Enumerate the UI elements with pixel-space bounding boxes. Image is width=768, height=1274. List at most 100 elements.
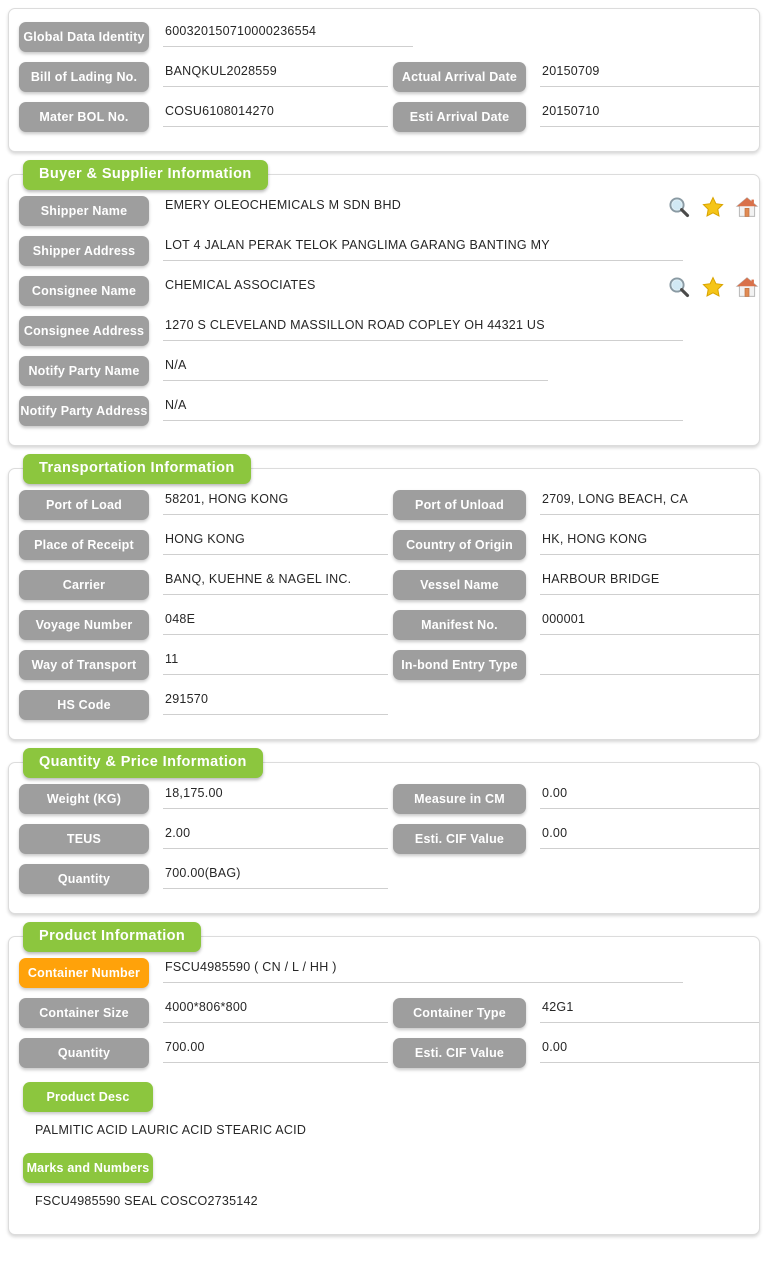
label-consignee-address: Consignee Address: [19, 316, 149, 346]
product-desc-label-wrap: Product Desc: [19, 1075, 759, 1112]
section-title-quantity-price: Quantity & Price Information: [23, 748, 263, 779]
star-icon[interactable]: [701, 275, 725, 299]
value-wrap-teus[interactable]: 2.00: [163, 821, 388, 857]
row-port: Port of Load 58201, HONG KONG Port of Un…: [19, 487, 759, 527]
row-carrier-vessel: Carrier BANQ, KUEHNE & NAGEL INC. Vessel…: [19, 567, 759, 607]
field-carrier: Carrier BANQ, KUEHNE & NAGEL INC.: [19, 567, 393, 603]
value-wrap-container-type[interactable]: 42G1: [540, 995, 759, 1031]
label-place-of-receipt: Place of Receipt: [19, 530, 149, 560]
value-wrap-weight-kg[interactable]: 18,175.00: [163, 781, 388, 817]
field-port-of-unload: Port of Unload 2709, LONG BEACH, CA: [393, 487, 759, 523]
row-quantity: Quantity 700.00(BAG): [19, 861, 749, 901]
value-wrap-notify-party-name[interactable]: N/A: [163, 353, 548, 389]
value-wrap-global-data-identity[interactable]: 600320150710000236554: [163, 19, 413, 55]
value-wrap-quantity[interactable]: 700.00(BAG): [163, 861, 388, 897]
value-manifest-no: 000001: [540, 607, 759, 635]
row-notify-party-address: Notify Party Address N/A: [19, 393, 749, 433]
field-shipper-address: Shipper Address LOT 4 JALAN PERAK TELOK …: [19, 233, 759, 269]
label-in-bond-entry-type: In-bond Entry Type: [393, 650, 526, 680]
label-consignee-name: Consignee Name: [19, 276, 149, 306]
value-wrap-port-of-load[interactable]: 58201, HONG KONG: [163, 487, 388, 523]
trade-data-page: Global Data Identity 6003201507100002365…: [0, 8, 768, 1235]
value-wrap-country-of-origin[interactable]: HK, HONG KONG: [540, 527, 759, 563]
row-teus-cif: TEUS 2.00 Esti. CIF Value 0.00: [19, 821, 759, 861]
value-carrier: BANQ, KUEHNE & NAGEL INC.: [163, 567, 388, 595]
field-way-of-transport: Way of Transport 11: [19, 647, 393, 683]
value-wrap-hs-code[interactable]: 291570: [163, 687, 388, 723]
label-quantity: Quantity: [19, 864, 149, 894]
value-measure-in-cm: 0.00: [540, 781, 759, 809]
value-wrap-actual-arrival-date[interactable]: 20150709: [540, 59, 759, 95]
value-wrap-container-number[interactable]: FSCU4985590 ( CN / L / HH ): [163, 955, 683, 991]
transportation-card: Transportation Information Port of Load …: [8, 454, 760, 740]
row-shipper-name: Shipper Name EMERY OLEOCHEMICALS M SDN B…: [19, 193, 759, 233]
value-wrap-measure-in-cm[interactable]: 0.00: [540, 781, 759, 817]
field-weight-kg: Weight (KG) 18,175.00: [19, 781, 393, 817]
row-shipper-address: Shipper Address LOT 4 JALAN PERAK TELOK …: [19, 233, 749, 273]
value-wrap-shipper-address[interactable]: LOT 4 JALAN PERAK TELOK PANGLIMA GARANG …: [163, 233, 683, 269]
field-notify-party-address: Notify Party Address N/A: [19, 393, 759, 429]
value-wrap-container-size[interactable]: 4000*806*800: [163, 995, 388, 1031]
field-consignee-address: Consignee Address 1270 S CLEVELAND MASSI…: [19, 313, 759, 349]
field-container-type: Container Type 42G1: [393, 995, 759, 1031]
home-icon[interactable]: [735, 275, 759, 299]
field-product-quantity: Quantity 700.00: [19, 1035, 393, 1071]
field-esti-arrival-date: Esti Arrival Date 20150710: [393, 99, 759, 135]
home-icon[interactable]: [735, 195, 759, 219]
value-wrap-carrier[interactable]: BANQ, KUEHNE & NAGEL INC.: [163, 567, 388, 603]
row-weight-measure: Weight (KG) 18,175.00 Measure in CM 0.00: [19, 781, 759, 821]
section-title-buyer-supplier: Buyer & Supplier Information: [23, 160, 268, 191]
label-voyage-number: Voyage Number: [19, 610, 149, 640]
value-wrap-consignee-address[interactable]: 1270 S CLEVELAND MASSILLON ROAD COPLEY O…: [163, 313, 683, 349]
value-country-of-origin: HK, HONG KONG: [540, 527, 759, 555]
value-wrap-bill-of-lading-no[interactable]: BANQKUL2028559: [163, 59, 388, 95]
label-carrier: Carrier: [19, 570, 149, 600]
search-icon[interactable]: [667, 275, 691, 299]
value-wrap-esti-arrival-date[interactable]: 20150710: [540, 99, 759, 135]
value-wrap-notify-party-address[interactable]: N/A: [163, 393, 683, 429]
value-wrap-way-of-transport[interactable]: 11: [163, 647, 388, 683]
field-product-esti-cif-value: Esti. CIF Value 0.00: [393, 1035, 759, 1071]
field-vessel-name: Vessel Name HARBOUR BRIDGE: [393, 567, 759, 603]
row-consignee-name: Consignee Name CHEMICAL ASSOCIATES: [19, 273, 759, 313]
label-port-of-unload: Port of Unload: [393, 490, 526, 520]
consignee-icon-group: [667, 273, 759, 299]
value-container-size: 4000*806*800: [163, 995, 388, 1023]
value-wrap-product-esti-cif-value[interactable]: 0.00: [540, 1035, 759, 1071]
value-wrap-place-of-receipt[interactable]: HONG KONG: [163, 527, 388, 563]
identity-rows: Global Data Identity 6003201507100002365…: [9, 9, 759, 151]
value-product-desc: PALMITIC ACID LAURIC ACID STEARIC ACID: [35, 1123, 307, 1137]
label-container-number[interactable]: Container Number: [19, 958, 149, 988]
row-marks-label: Marks and Numbers: [19, 1146, 749, 1184]
field-bill-of-lading-no: Bill of Lading No. BANQKUL2028559: [19, 59, 393, 95]
star-icon[interactable]: [701, 195, 725, 219]
product-information-card: Product Information Container Number FSC…: [8, 922, 760, 1235]
label-mater-bol-no: Mater BOL No.: [19, 102, 149, 132]
value-wrap-voyage-number[interactable]: 048E: [163, 607, 388, 643]
value-product-quantity: 700.00: [163, 1035, 388, 1063]
value-wrap-in-bond-entry-type[interactable]: [540, 647, 759, 683]
field-hs-code: HS Code 291570: [19, 687, 393, 723]
field-port-of-load: Port of Load 58201, HONG KONG: [19, 487, 393, 523]
value-wrap-shipper-name[interactable]: EMERY OLEOCHEMICALS M SDN BHD: [163, 193, 659, 229]
value-wrap-manifest-no[interactable]: 000001: [540, 607, 759, 643]
value-shipper-name: EMERY OLEOCHEMICALS M SDN BHD: [165, 198, 402, 212]
label-weight-kg: Weight (KG): [19, 784, 149, 814]
value-wrap-esti-cif-value[interactable]: 0.00: [540, 821, 759, 857]
label-country-of-origin: Country of Origin: [393, 530, 526, 560]
search-icon[interactable]: [667, 195, 691, 219]
label-teus: TEUS: [19, 824, 149, 854]
label-shipper-address: Shipper Address: [19, 236, 149, 266]
value-wrap-mater-bol-no[interactable]: COSU6108014270: [163, 99, 388, 135]
value-wrap-port-of-unload[interactable]: 2709, LONG BEACH, CA: [540, 487, 759, 523]
field-in-bond-entry-type: In-bond Entry Type: [393, 647, 759, 683]
label-container-type: Container Type: [393, 998, 526, 1028]
identity-row-3: Mater BOL No. COSU6108014270 Esti Arriva…: [19, 99, 759, 139]
label-bill-of-lading-no: Bill of Lading No.: [19, 62, 149, 92]
field-shipper-name: Shipper Name EMERY OLEOCHEMICALS M SDN B…: [19, 193, 759, 229]
value-wrap-product-quantity[interactable]: 700.00: [163, 1035, 388, 1071]
value-wrap-consignee-name[interactable]: CHEMICAL ASSOCIATES: [163, 273, 659, 309]
field-container-number: Container Number FSCU4985590 ( CN / L / …: [19, 955, 759, 991]
label-shipper-name: Shipper Name: [19, 196, 149, 226]
value-wrap-vessel-name[interactable]: HARBOUR BRIDGE: [540, 567, 759, 603]
